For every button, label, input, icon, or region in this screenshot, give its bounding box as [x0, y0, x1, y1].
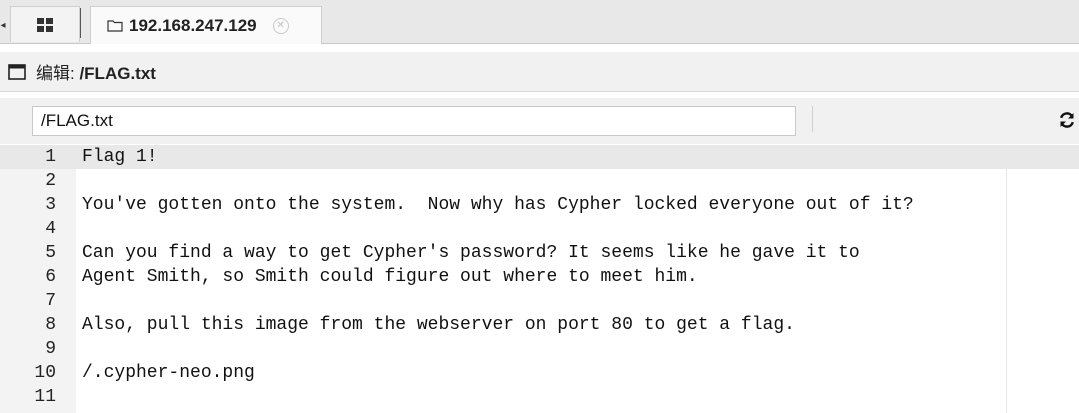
line-text: You've gotten onto the system. Now why h…: [82, 195, 914, 215]
tab-home[interactable]: [10, 6, 80, 42]
line-text: Also, pull this image from the webserver…: [82, 315, 795, 335]
editor-title-prefix: 编辑:: [36, 64, 80, 83]
line-number: 8: [45, 315, 56, 335]
close-icon[interactable]: ✕: [272, 17, 289, 34]
code-line[interactable]: 1 Flag 1!: [0, 145, 1079, 169]
tab-title: 192.168.247.129: [129, 15, 257, 35]
editor-title-path: /FLAG.txt: [79, 64, 156, 83]
refresh-icon: [1060, 112, 1074, 128]
line-number: 6: [45, 267, 56, 287]
line-number: 4: [45, 219, 56, 239]
editor-title: 编辑: /FLAG.txt: [36, 59, 156, 84]
code-line[interactable]: 7: [0, 289, 1079, 313]
code-editor[interactable]: 1 Flag 1! 2 3 You've gotten onto the system.…: [0, 145, 1079, 413]
path-separator: [812, 106, 813, 132]
window-icon: [8, 63, 26, 80]
code-line[interactable]: 5 Can you find a way to get Cypher's pass…: [0, 241, 1079, 265]
path-bar: [0, 98, 1079, 144]
code-line[interactable]: 10 /.cypher-neo.png: [0, 361, 1079, 385]
line-number: 11: [34, 387, 56, 407]
folder-icon: [107, 20, 123, 32]
code-line[interactable]: 9: [0, 337, 1079, 361]
line-text: Can you find a way to get Cypher's passw…: [82, 243, 860, 263]
grid-icon: [37, 17, 53, 32]
tab-separator: [80, 8, 81, 38]
code-line[interactable]: 2: [0, 169, 1079, 193]
refresh-button[interactable]: [1056, 108, 1078, 132]
line-number: 2: [45, 171, 56, 191]
caret-left-icon[interactable]: ◂: [0, 18, 6, 32]
line-number: 5: [45, 243, 56, 263]
code-line[interactable]: 4: [0, 217, 1079, 241]
code-line[interactable]: 3 You've gotten onto the system. Now why …: [0, 193, 1079, 217]
code-line[interactable]: 8 Also, pull this image from the webserve…: [0, 313, 1079, 337]
line-number: 9: [45, 339, 56, 359]
editor-header: 编辑: /FLAG.txt: [0, 52, 1079, 92]
path-input[interactable]: [32, 106, 796, 136]
line-text: Agent Smith, so Smith could figure out w…: [82, 267, 698, 287]
line-number: 3: [45, 195, 56, 215]
code-line[interactable]: 6 Agent Smith, so Smith could figure out …: [0, 265, 1079, 289]
line-number: 10: [34, 363, 56, 383]
line-text: Flag 1!: [82, 147, 158, 167]
line-number: 7: [45, 291, 56, 311]
tab-bar: ◂ 192.168.247.129 ✕: [0, 0, 1079, 44]
line-number: 1: [45, 147, 56, 167]
code-line[interactable]: 11: [0, 385, 1079, 409]
line-text: /.cypher-neo.png: [82, 363, 255, 383]
tab-host[interactable]: 192.168.247.129 ✕: [90, 6, 322, 44]
